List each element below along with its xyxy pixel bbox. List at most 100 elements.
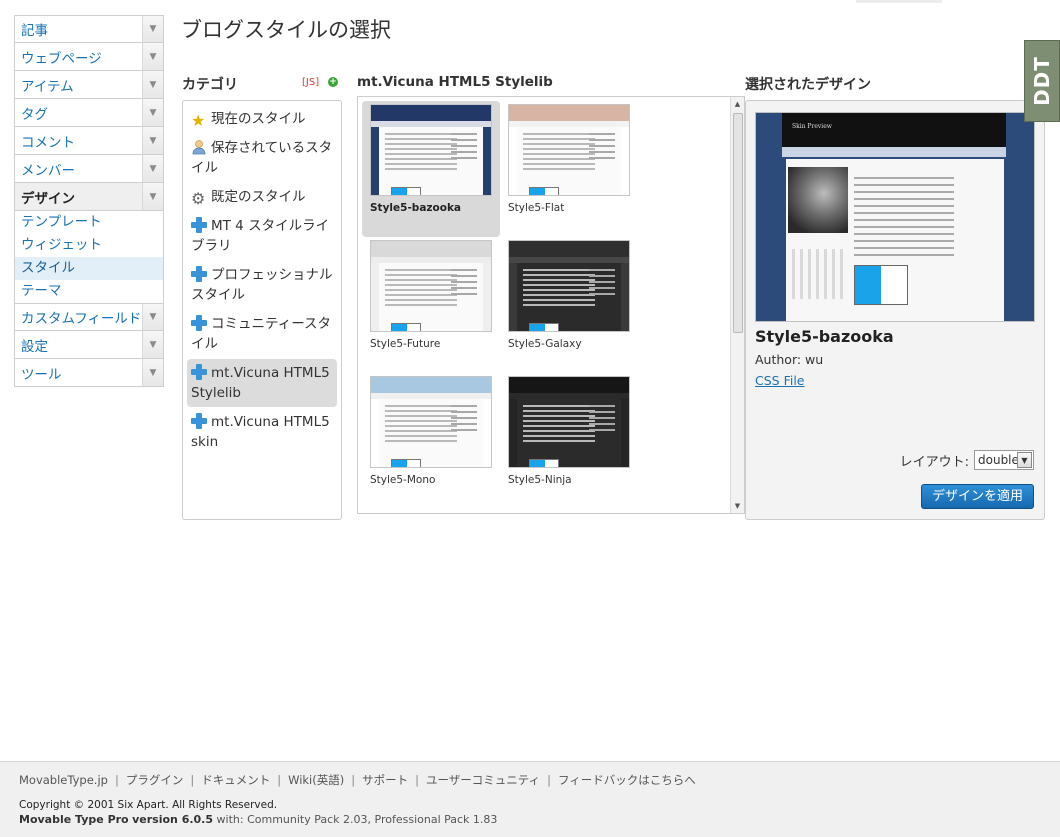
chevron-down-icon[interactable]: ▼ [142, 331, 163, 358]
nav-item-pages[interactable]: ウェブページ ▼ [14, 43, 164, 71]
category-label: 保存されているスタイル [191, 140, 333, 176]
nav-item-entries[interactable]: 記事 ▼ [14, 15, 164, 43]
style-tile[interactable]: Style5-Mono [362, 373, 500, 509]
category-saved-styles[interactable]: 保存されているスタイル [187, 134, 337, 182]
styles-heading: mt.Vicuna HTML5 Stylelib [357, 74, 553, 90]
plus-icon [191, 413, 207, 429]
nav-item-label: アイテム [21, 78, 74, 95]
pack-versions: Community Pack 2.03, Professional Pack 1… [247, 813, 498, 826]
subnav-templates[interactable]: テンプレート [15, 211, 163, 234]
nav-item-label: コメント [21, 134, 75, 151]
chevron-down-icon[interactable]: ▼ [142, 155, 163, 182]
category-community-styles[interactable]: コミュニティースタイル [187, 310, 337, 358]
plus-icon [191, 217, 207, 233]
style-tile-name: Style5-Flat [508, 202, 565, 214]
scroll-up-icon[interactable]: ▲ [731, 97, 744, 111]
chevron-down-icon[interactable]: ▼ [142, 16, 163, 42]
category-label: MT 4 スタイルライブラリ [191, 218, 330, 254]
top-stub [856, 0, 942, 3]
style-tile[interactable]: Style5-Galaxy [500, 237, 638, 373]
subnav-themes[interactable]: テーマ [15, 280, 163, 303]
nav-item-label: 設定 [21, 338, 48, 355]
category-current-style[interactable]: ★ 現在のスタイル [187, 105, 337, 133]
preview-tree-image [788, 167, 848, 233]
chevron-down-icon[interactable]: ▼ [142, 183, 163, 210]
apply-design-button[interactable]: デザインを適用 [921, 484, 1034, 509]
css-file-link[interactable]: CSS File [755, 373, 805, 388]
style-thumbnail [508, 104, 630, 196]
nav-item-label: タグ [21, 106, 48, 123]
scroll-down-icon[interactable]: ▼ [731, 499, 744, 513]
nav-item-design[interactable]: デザイン ▼ [14, 183, 164, 211]
design-submenu: テンプレート ウィジェット スタイル テーマ [14, 211, 164, 303]
plus-icon [191, 266, 207, 282]
nav-item-custom-fields[interactable]: カスタムフィールド ▼ [14, 303, 164, 331]
styles-grid: Style5-bazooka Style5-Flat Style5-Future St… [357, 96, 745, 514]
person-icon [191, 139, 207, 155]
category-vicuna-stylelib[interactable]: mt.Vicuna HTML5 Stylelib [187, 359, 337, 407]
nav-item-comments[interactable]: コメント ▼ [14, 127, 164, 155]
subnav-styles[interactable]: スタイル [15, 257, 163, 280]
chevron-down-icon[interactable]: ▼ [142, 43, 163, 70]
js-toggle-link[interactable]: [JS] [302, 77, 319, 88]
left-navigation: 記事 ▼ ウェブページ ▼ アイテム ▼ タグ ▼ コメント ▼ メンバー ▼ … [14, 15, 164, 387]
chevron-down-icon[interactable]: ▼ [142, 99, 163, 126]
category-professional-styles[interactable]: プロフェッショナルスタイル [187, 261, 337, 309]
product-name: Movable Type Pro [19, 813, 129, 826]
layout-select[interactable]: double ▼ [974, 450, 1034, 470]
nav-item-label: 記事 [21, 23, 48, 39]
ddt-badge[interactable]: DDT [1024, 40, 1060, 122]
nav-item-members[interactable]: メンバー ▼ [14, 155, 164, 183]
footer-link-wiki[interactable]: Wiki(英語) [288, 773, 344, 787]
style-tile-name: Style5-Mono [370, 474, 436, 486]
chevron-down-icon[interactable]: ▼ [142, 127, 163, 154]
footer-link-movabletype[interactable]: MovableType.jp [19, 773, 108, 787]
category-label: 既定のスタイル [211, 189, 306, 205]
style-tile[interactable]: Style5-bazooka [362, 101, 500, 237]
product-version: version 6.0.5 [132, 813, 214, 826]
nav-item-label: メンバー [21, 162, 75, 179]
style-thumbnail [370, 376, 492, 468]
style-thumbnail [370, 104, 492, 196]
preview-nav [782, 147, 1006, 157]
add-category-icon[interactable]: + [328, 77, 338, 87]
style-tile[interactable]: Style5-Flat [500, 101, 638, 237]
category-label: 現在のスタイル [211, 111, 306, 127]
footer-link-support[interactable]: サポート [362, 773, 408, 787]
chevron-down-icon[interactable]: ▼ [142, 304, 163, 330]
chevron-down-icon[interactable]: ▼ [142, 359, 163, 386]
nav-item-tags[interactable]: タグ ▼ [14, 99, 164, 127]
subnav-widgets[interactable]: ウィジェット [15, 234, 163, 257]
nav-item-tools[interactable]: ツール ▼ [14, 359, 164, 387]
style-tile[interactable]: Style5-Future [362, 237, 500, 373]
category-default-styles[interactable]: ⚙ 既定のスタイル [187, 183, 337, 211]
footer-link-docs[interactable]: ドキュメント [201, 773, 270, 787]
footer-link-plugins[interactable]: プラグイン [126, 773, 184, 787]
footer-links: MovableType.jp | プラグイン | ドキュメント | Wiki(英語) | サポー… [19, 773, 696, 787]
style-thumbnail [370, 240, 492, 332]
category-list: ★ 現在のスタイル 保存されているスタイル ⚙ 既定のスタイル MT 4 スタイルラ… [182, 100, 342, 520]
nav-item-label: カスタムフィールド [21, 311, 142, 327]
selected-design-panel: Skin Preview Style5-bazooka Author: wu C… [745, 100, 1045, 520]
preview-body [786, 159, 1004, 321]
plus-icon [191, 364, 207, 380]
footer-link-feedback[interactable]: フィードバックはこちらへ [558, 773, 696, 787]
design-preview-image: Skin Preview [755, 112, 1035, 322]
footer-link-community[interactable]: ユーザーコミュニティ [426, 773, 540, 787]
category-mt4-library[interactable]: MT 4 スタイルライブラリ [187, 212, 337, 260]
style-tile[interactable]: Style5-Ninja [500, 373, 638, 509]
styles-scrollbar[interactable]: ▲ ▼ [730, 97, 744, 513]
preview-layout-box [854, 265, 908, 305]
chevron-down-icon[interactable]: ▼ [1017, 452, 1032, 468]
chevron-down-icon[interactable]: ▼ [142, 71, 163, 98]
preview-text-lines [854, 177, 954, 261]
selected-style-name: Style5-bazooka [755, 327, 894, 346]
preview-title: Skin Preview [792, 123, 832, 130]
version-info: Movable Type Pro version 6.0.5 with: Com… [19, 813, 497, 826]
scrollbar-thumb[interactable] [733, 113, 743, 333]
nav-item-settings[interactable]: 設定 ▼ [14, 331, 164, 359]
category-heading: カテゴリ [182, 77, 238, 93]
category-vicuna-skin[interactable]: mt.Vicuna HTML5 skin [187, 408, 337, 456]
page-title: ブログスタイルの選択 [181, 18, 391, 42]
nav-item-assets[interactable]: アイテム ▼ [14, 71, 164, 99]
